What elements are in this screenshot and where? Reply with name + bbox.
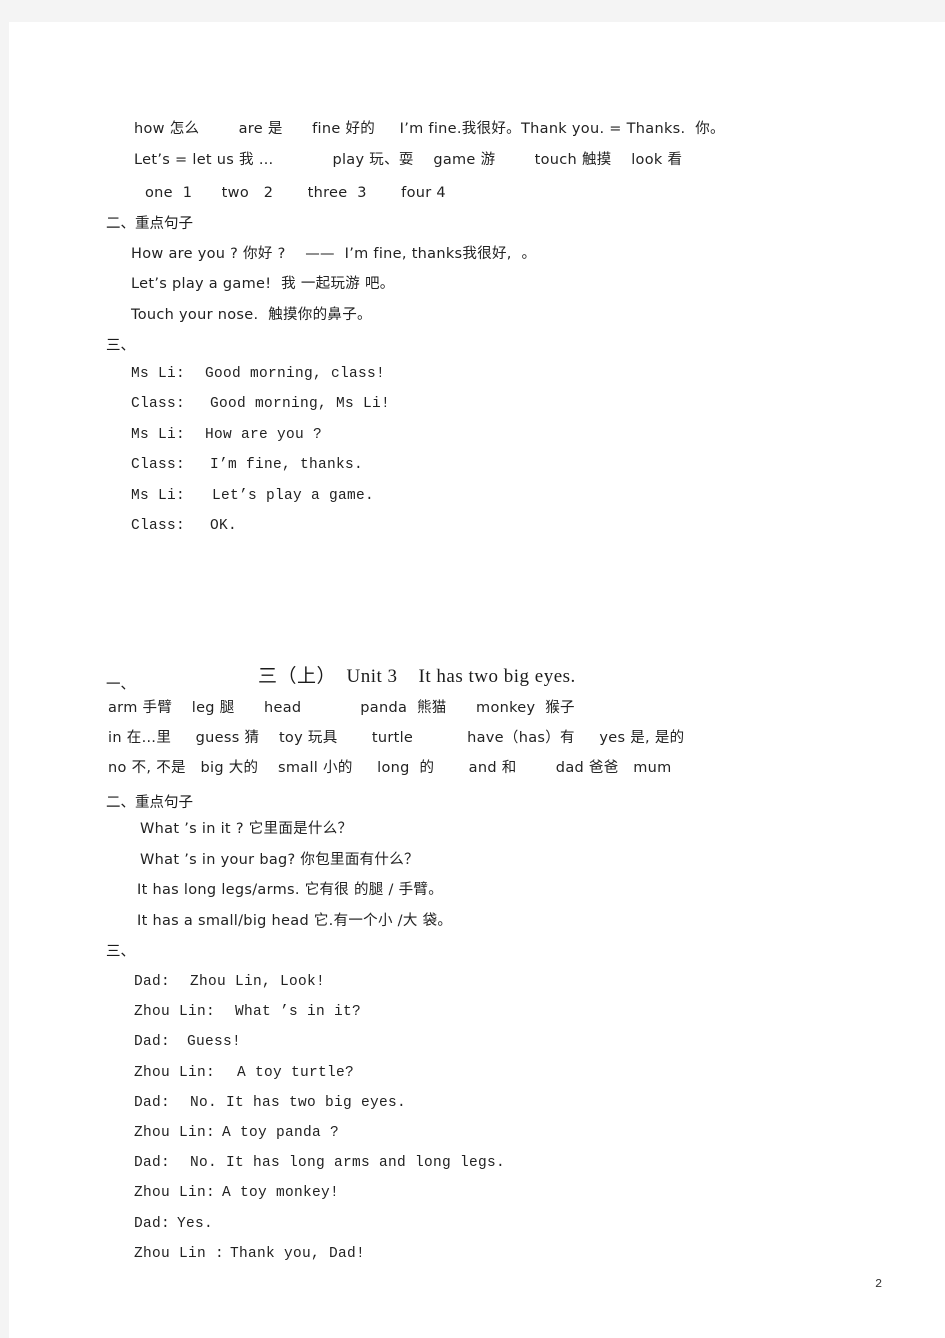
dialogue-text: Good morning, class! <box>205 366 386 382</box>
unit3-dialogue-heading: 三、 <box>106 944 135 960</box>
dialogue-text: Let’s play a game. <box>212 488 375 504</box>
unit2-sentence-1: How are you ? 你好 ? —— I’m fine, thanks我很… <box>131 246 537 262</box>
unit3-sentence-4: It has a small/big head 它.有一个小 /大 袋。 <box>137 913 453 929</box>
unit2-dialogue-heading: 三、 <box>106 338 135 354</box>
dialogue-text: A toy monkey! <box>222 1185 340 1201</box>
dialogue-text: Yes. <box>177 1216 214 1232</box>
unit2-sentences-heading: 二、重点句子 <box>106 216 193 232</box>
dialogue-speaker: Ms Li: <box>131 488 186 504</box>
dialogue-text: How are you ? <box>205 427 323 443</box>
dialogue-text: What ’s in it? <box>235 1004 362 1020</box>
unit3-vocab-row-2: in 在…里 guess 猜 toy 玩具 turtle have（has）有 … <box>108 730 685 746</box>
unit3-vocab-row-3: no 不, 不是 big 大的 small 小的 long 的 and 和 da… <box>108 760 672 776</box>
dialogue-text: Zhou Lin, Look! <box>190 974 326 990</box>
dialogue-speaker: Zhou Lin: <box>134 1185 216 1201</box>
dialogue-speaker: Dad: <box>134 1095 171 1111</box>
unit2-vocab-row-1: how 怎么 are 是 fine 好的 I’m fine.我很好。Thank … <box>134 121 725 137</box>
dialogue-text: Guess! <box>187 1034 242 1050</box>
dialogue-text: No. It has two big eyes. <box>190 1095 407 1111</box>
unit3-vocab-row-1: arm 手臂 leg 腿 head panda 熊猫 monkey 猴子 <box>108 700 575 716</box>
unit3-title-sentence: It has two big eyes. <box>418 666 576 687</box>
dialogue-text: OK. <box>210 518 238 534</box>
page-content: how 怎么 are 是 fine 好的 I’m fine.我很好。Thank … <box>9 22 945 1338</box>
dialogue-speaker: Ms Li: <box>131 427 186 443</box>
dialogue-speaker: Class: <box>131 518 186 534</box>
unit3-title-unit: Unit 3 <box>346 666 398 687</box>
unit2-sentence-3: Touch your nose. 触摸你的鼻子。 <box>131 307 372 323</box>
dialogue-text: Thank you, Dad! <box>230 1246 366 1262</box>
page-number: 2 <box>875 1277 883 1291</box>
dialogue-speaker: Dad: <box>134 1034 171 1050</box>
dialogue-text: I’m fine, thanks. <box>210 457 364 473</box>
dialogue-text: No. It has long arms and long legs. <box>190 1155 506 1171</box>
dialogue-text: A toy turtle? <box>237 1065 355 1081</box>
unit3-sentence-2: What ’s in your bag? 你包里面有什么？ <box>140 852 419 868</box>
unit3-title-grade: 三（上） <box>258 665 337 687</box>
unit2-vocab-row-3: one 1 two 2 three 3 four 4 <box>145 185 446 201</box>
page-sheet: how 怎么 are 是 fine 好的 I’m fine.我很好。Thank … <box>9 22 945 1338</box>
unit3-sentences-heading: 二、重点句子 <box>106 795 193 811</box>
dialogue-speaker: Zhou Lin: <box>134 1125 216 1141</box>
unit3-sentence-3: It has long legs/arms. 它有很 的腿 / 手臂。 <box>137 882 444 898</box>
dialogue-speaker: Dad: <box>134 1216 171 1232</box>
dialogue-speaker: Class: <box>131 396 186 412</box>
dialogue-speaker: Dad: <box>134 1155 171 1171</box>
dialogue-text: Good morning, Ms Li! <box>210 396 391 412</box>
unit3-sentence-1: What ’s in it ? 它里面是什么？ <box>140 821 353 837</box>
dialogue-speaker: Zhou Lin: <box>134 1065 216 1081</box>
dialogue-speaker: Class: <box>131 457 186 473</box>
unit3-vocab-heading: 一、 <box>106 677 135 693</box>
dialogue-speaker: Ms Li: <box>131 366 186 382</box>
unit2-vocab-row-2: Let’s = let us 我 … play 玩、耍 game 游 touch… <box>134 152 683 168</box>
dialogue-speaker: Zhou Lin : <box>134 1246 225 1262</box>
dialogue-text: A toy panda ? <box>222 1125 340 1141</box>
dialogue-speaker: Dad: <box>134 974 171 990</box>
unit2-sentence-2: Let’s play a game! 我 一起玩游 吧。 <box>131 276 395 292</box>
dialogue-speaker: Zhou Lin: <box>134 1004 216 1020</box>
